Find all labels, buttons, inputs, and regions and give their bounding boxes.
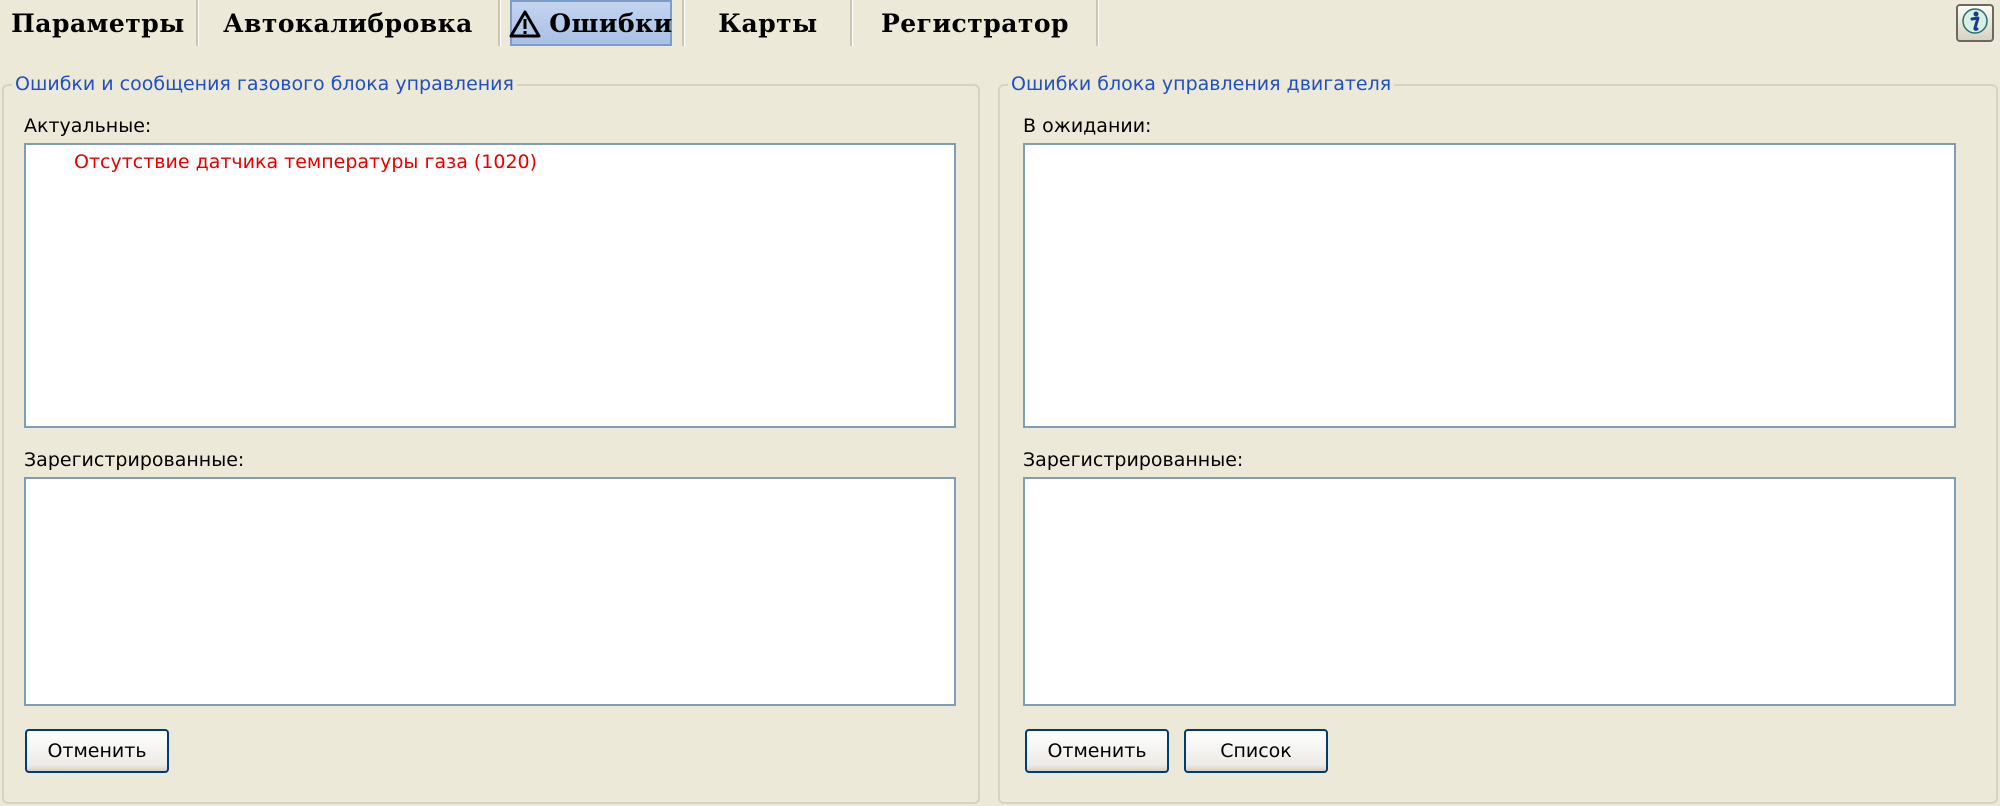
engine-cancel-button-label: Отменить [1047, 740, 1147, 762]
pending-errors-label: В ожидании: [1023, 115, 1152, 137]
actual-errors-list[interactable]: Отсутствие датчика температуры газа (102… [24, 143, 956, 428]
error-list-button[interactable]: Список [1184, 729, 1328, 773]
registered-errors-label: Зарегистрированные: [24, 449, 245, 471]
actual-errors-label: Актуальные: [24, 115, 152, 137]
error-list-button-label: Список [1220, 740, 1292, 762]
pending-errors-list[interactable] [1023, 143, 1956, 428]
warning-triangle-icon [509, 10, 541, 38]
tab-maps-label: Карты [718, 8, 818, 38]
tab-bar: Параметры Автокалибровка Ошибки Карты Ре… [0, 0, 2000, 46]
tab-parameters[interactable]: Параметры [0, 0, 196, 46]
engine-ecu-errors-title: Ошибки блока управления двигателя [1008, 73, 1395, 95]
help-button[interactable] [1956, 4, 1994, 42]
cancel-button-label: Отменить [47, 740, 147, 762]
list-item[interactable]: Отсутствие датчика температуры газа (102… [26, 145, 954, 173]
engine-cancel-button[interactable]: Отменить [1025, 729, 1169, 773]
tab-divider [196, 0, 199, 46]
gas-ecu-errors-title: Ошибки и сообщения газового блока управл… [12, 73, 517, 95]
tab-parameters-label: Параметры [11, 8, 185, 38]
tab-recorder[interactable]: Регистратор [854, 0, 1096, 46]
tab-divider [498, 0, 501, 46]
registered-errors-list[interactable] [24, 477, 956, 706]
tab-autocalibration-label: Автокалибровка [223, 8, 473, 38]
engine-registered-errors-label: Зарегистрированные: [1023, 449, 1244, 471]
tab-maps[interactable]: Карты [686, 0, 850, 46]
tab-divider [682, 0, 685, 46]
tab-divider [1096, 0, 1099, 46]
tab-recorder-label: Регистратор [880, 8, 1070, 38]
info-icon [1961, 6, 1989, 40]
tab-divider [850, 0, 853, 46]
tab-errors-label: Ошибки [549, 8, 673, 38]
tab-autocalibration[interactable]: Автокалибровка [200, 0, 496, 46]
tab-errors[interactable]: Ошибки [509, 0, 673, 46]
engine-registered-errors-list[interactable] [1023, 477, 1956, 706]
cancel-button[interactable]: Отменить [25, 729, 169, 773]
